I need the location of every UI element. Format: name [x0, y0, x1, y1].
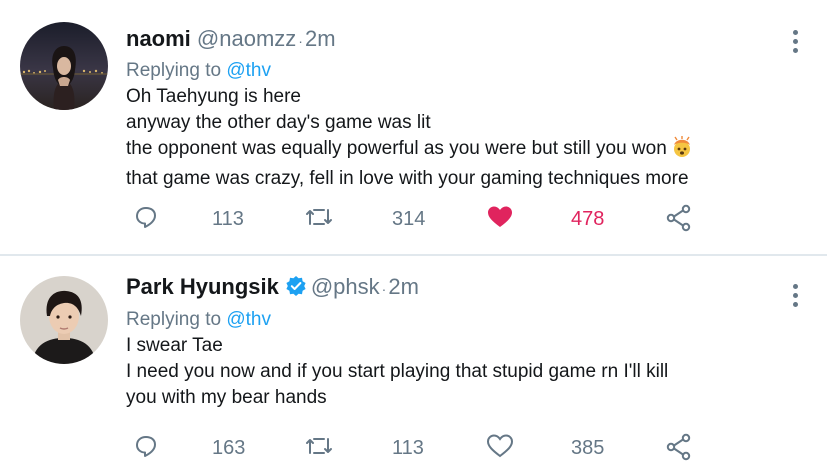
- timestamp[interactable]: 2m: [388, 274, 419, 299]
- reply-count: 113: [212, 208, 244, 230]
- tweet-body: naomi @naomzz ·2m Replying to @thv Oh Tae…: [126, 24, 787, 192]
- share-icon: [666, 204, 691, 232]
- share-icon: [666, 433, 691, 461]
- reply-icon: [136, 207, 156, 228]
- replying-prefix: Replying to: [126, 309, 222, 330]
- retweet-count: 314: [392, 208, 426, 230]
- tweet-body: Park Hyungsik @phsk ·2m Replying to @thv I…: [126, 272, 787, 411]
- avatar[interactable]: [20, 276, 108, 364]
- reply-button[interactable]: [133, 204, 159, 230]
- tweet-line: anyway the other day's game was lit: [126, 112, 431, 133]
- more-vertical-icon: [793, 30, 798, 35]
- like-count: 385: [571, 437, 605, 459]
- replying-to: Replying to @thv: [126, 307, 787, 333]
- retweet-button[interactable]: [304, 204, 334, 230]
- share-button[interactable]: [665, 433, 693, 461]
- reply-icon: [136, 436, 156, 457]
- replying-prefix: Replying to: [126, 60, 222, 81]
- avatar[interactable]: [20, 22, 108, 110]
- tweet-text: Oh Taehyung is here anyway the other day…: [126, 84, 787, 192]
- tweet-line: you with my bear hands: [126, 387, 327, 408]
- display-name[interactable]: naomi: [126, 26, 191, 51]
- like-button[interactable]: [486, 204, 514, 230]
- more-vertical-icon: [793, 284, 798, 289]
- reply-button[interactable]: [133, 433, 159, 459]
- like-count: 478: [571, 208, 605, 230]
- replying-mention[interactable]: @thv: [226, 60, 271, 81]
- tweet[interactable]: naomi @naomzz ·2m Replying to @thv Oh Tae…: [0, 0, 827, 256]
- tweet-header: naomi @naomzz ·2m: [126, 24, 787, 56]
- tweet-header: Park Hyungsik @phsk ·2m: [126, 272, 787, 305]
- retweet-icon: [306, 438, 332, 454]
- replying-to: Replying to @thv: [126, 58, 787, 84]
- verified-badge-icon: [285, 275, 307, 305]
- user-handle[interactable]: @naomzz: [197, 26, 296, 51]
- heart-icon: [488, 206, 512, 227]
- heart-icon: [486, 434, 514, 458]
- tweet-line-with-emoji: the opponent was equally powerful as you…: [126, 136, 787, 166]
- separator: ·: [298, 33, 303, 49]
- tweet-line: I need you now and if you start playing …: [126, 361, 669, 382]
- tweet-line: that game was crazy, fell in love with y…: [126, 168, 689, 189]
- share-button[interactable]: [665, 204, 693, 232]
- replying-mention[interactable]: @thv: [226, 309, 271, 330]
- tweet-line: the opponent was equally powerful as you…: [126, 138, 667, 159]
- more-options-button[interactable]: [793, 284, 799, 307]
- more-options-button[interactable]: [793, 30, 799, 53]
- like-button[interactable]: [486, 433, 514, 459]
- retweet-icon: [306, 209, 332, 225]
- tweet-text: I swear Tae I need you now and if you st…: [126, 333, 787, 411]
- retweet-count: 113: [392, 437, 424, 459]
- display-name[interactable]: Park Hyungsik: [126, 274, 279, 299]
- tweet-line: Oh Taehyung is here: [126, 86, 301, 107]
- action-bar: 113 314 478: [0, 204, 827, 234]
- action-bar: 163 113 385: [0, 433, 827, 463]
- reply-count: 163: [212, 437, 246, 459]
- retweet-button[interactable]: [304, 433, 334, 459]
- user-handle[interactable]: @phsk: [311, 274, 380, 299]
- tweet-line: I swear Tae: [126, 335, 223, 356]
- timestamp[interactable]: 2m: [305, 26, 336, 51]
- exploding-head-emoji: [671, 136, 693, 166]
